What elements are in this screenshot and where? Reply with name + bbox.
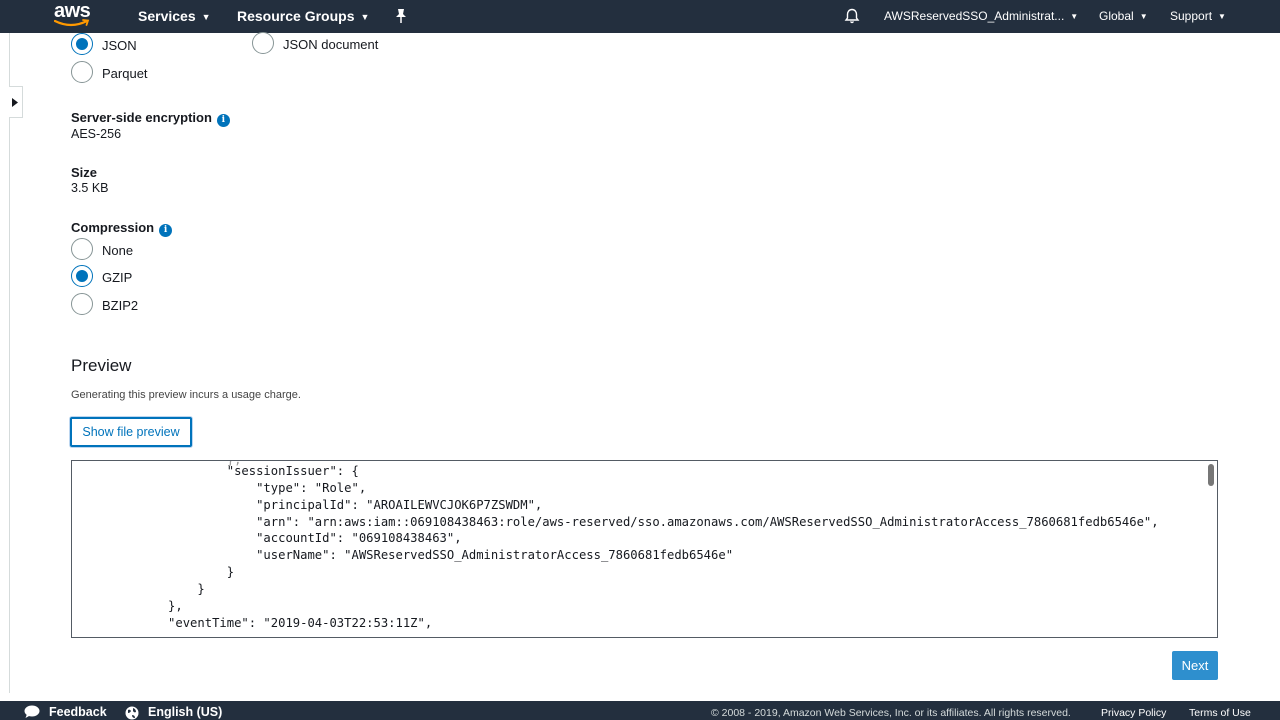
code-line: "sessionIssuer": { [80,464,359,478]
preview-title: Preview [71,356,132,375]
account-menu[interactable]: AWSReservedSSO_Administrat... ▼ [884,0,1078,33]
code-line: "eventTime": "2019-04-03T22:53:11Z", [80,616,433,630]
chevron-down-icon: ▼ [201,12,211,22]
resource-groups-label: Resource Groups [237,8,355,24]
format-json-document-radio[interactable] [252,32,274,54]
format-json-radio[interactable] [71,33,93,55]
compression-bzip2-radio[interactable] [71,293,93,315]
chevron-down-icon: ▼ [1139,12,1148,21]
preview-description: Generating this preview incurs a usage c… [71,389,301,401]
caret-right-icon [12,98,18,107]
encryption-value: AES-256 [71,127,122,141]
code-line: "type": "Role", [80,481,367,495]
pin-icon[interactable] [394,8,408,24]
compression-heading: Compression i [71,220,173,237]
support-label: Support [1170,9,1213,23]
privacy-policy-link[interactable]: Privacy Policy [1101,707,1166,719]
services-menu[interactable]: Services ▼ [138,0,211,33]
code-line: "accountId": "069108438463", [80,531,462,545]
region-menu[interactable]: Global ▼ [1099,0,1148,33]
feedback-link[interactable]: Feedback [49,705,107,719]
size-label: Size [71,165,98,180]
sidebar-divider [9,33,10,693]
code-line: "userName": "AWSReservedSSO_Administrato… [80,548,734,562]
file-preview-code-area[interactable]: }, "sessionIssuer": { "type": "Role", "p… [71,460,1218,638]
format-json-document-label: JSON document [283,37,379,52]
format-json-label: JSON [102,38,137,53]
format-parquet-label: Parquet [102,66,148,81]
code-scrollbar[interactable] [1208,464,1214,486]
compression-bzip2-label: BZIP2 [102,298,139,313]
aws-logo[interactable]: aws [54,0,92,28]
resource-groups-menu[interactable]: Resource Groups ▼ [237,0,369,33]
encryption-heading: Server-side encryption i [71,110,230,127]
show-file-preview-button[interactable]: Show file preview [70,417,192,447]
language-selector[interactable]: English (US) [148,705,222,719]
code-line: "arn": "arn:aws:iam::069108438463:role/a… [80,515,1159,529]
globe-icon[interactable] [125,706,139,720]
footer-bar: Feedback English (US) © 2008 - 2019, Ama… [0,701,1280,720]
format-parquet-radio[interactable] [71,61,93,83]
info-icon[interactable]: i [159,224,173,237]
chevron-down-icon: ▼ [1218,12,1226,21]
support-menu[interactable]: Support ▼ [1170,0,1226,33]
copyright-text: © 2008 - 2019, Amazon Web Services, Inc.… [711,707,1071,719]
compression-none-radio[interactable] [71,238,93,260]
compression-label: Compression [71,220,155,235]
aws-smile-icon [54,19,90,27]
feedback-speech-bubble-icon[interactable] [24,705,40,719]
top-navigation-bar: aws Services ▼ Resource Groups ▼ AWSReserv… [0,0,1280,33]
compression-none-label: None [102,243,134,258]
next-button[interactable]: Next [1172,651,1218,680]
notifications-bell-icon[interactable] [844,8,860,24]
size-value: 3.5 KB [71,181,109,195]
code-line: }, [80,599,183,613]
info-icon[interactable]: i [216,114,230,127]
chevron-down-icon: ▼ [1070,12,1079,21]
services-label: Services [138,8,196,24]
code-line: "principalId": "AROAILEWVCJOK6P7ZSWDM", [80,498,543,512]
chevron-down-icon: ▼ [360,12,370,22]
encryption-label: Server-side encryption [71,110,212,125]
code-line: } [80,582,205,596]
region-label: Global [1099,9,1134,23]
sidebar-expand-button[interactable] [9,86,23,118]
code-line: } [80,565,235,579]
compression-gzip-radio[interactable] [71,265,93,287]
compression-gzip-label: GZIP [102,270,133,285]
account-label: AWSReservedSSO_Administrat... [884,9,1065,23]
terms-of-use-link[interactable]: Terms of Use [1189,707,1251,719]
